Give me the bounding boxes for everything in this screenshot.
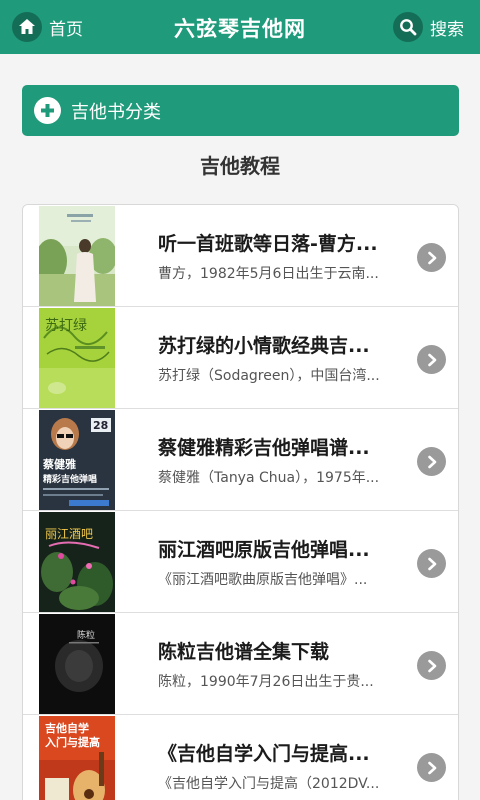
book-cover-chen-li-icon: 陈粒 [39, 614, 115, 714]
book-cover-sodagreen-icon: 苏打绿 [39, 308, 115, 408]
chevron-right-icon[interactable] [417, 243, 446, 272]
top-bar: 首页 六弦琴吉他网 搜索 [0, 0, 480, 54]
search-button[interactable]: 搜索 [393, 11, 464, 43]
svg-text:28: 28 [93, 419, 108, 432]
svg-text:吉他自学: 吉他自学 [45, 721, 89, 735]
list-item[interactable]: 苏打绿 苏打绿的小情歌经典吉... 苏打绿（Sodagreen），中国台湾... [23, 307, 458, 409]
chevron-right-icon[interactable] [417, 345, 446, 374]
list-item[interactable]: 听一首班歌等日落-曹方... 曹方，1982年5月6日出生于云南... [23, 205, 458, 307]
svg-text:丽江酒吧: 丽江酒吧 [45, 527, 93, 541]
chevron-right-icon[interactable] [417, 447, 446, 476]
book-cover-cao-fang-icon [39, 206, 115, 306]
svg-text:入门与提高: 入门与提高 [45, 735, 100, 749]
svg-text:精彩吉他弹唱: 精彩吉他弹唱 [43, 473, 97, 485]
book-cover-tanya-chua-icon: 28 蔡健雅 精彩吉他弹唱 [39, 410, 115, 510]
item-description: 《丽江酒吧歌曲原版吉他弹唱》... [158, 572, 368, 588]
svg-text:蔡健雅: 蔡健雅 [42, 457, 76, 471]
chevron-right-icon[interactable] [417, 753, 446, 782]
item-title: 苏打绿的小情歌经典吉... [158, 335, 370, 357]
svg-text:苏打绿: 苏打绿 [45, 317, 87, 334]
item-description: 曹方，1982年5月6日出生于云南... [158, 266, 379, 282]
item-title: 蔡健雅精彩吉他弹唱谱... [158, 437, 370, 459]
chevron-right-icon[interactable] [417, 651, 446, 680]
guitar-book-category-button[interactable]: 吉他书分类 [22, 85, 459, 136]
tutorial-list: 听一首班歌等日落-曹方... 曹方，1982年5月6日出生于云南... 苏打绿 … [22, 204, 459, 800]
item-title: 陈粒吉他谱全集下载 [158, 641, 330, 663]
search-icon [393, 12, 423, 42]
plus-icon [34, 97, 61, 124]
list-item[interactable]: 吉他自学 入门与提高 《吉他自学入门与提高... 《吉他自学入门与提高（2012… [23, 715, 458, 800]
item-title: 丽江酒吧原版吉他弹唱... [158, 539, 370, 561]
item-title: 听一首班歌等日落-曹方... [158, 233, 378, 255]
svg-text:陈粒: 陈粒 [77, 629, 95, 641]
category-button-label: 吉他书分类 [71, 101, 161, 123]
book-cover-guitar-self-study-icon: 吉他自学 入门与提高 [39, 716, 115, 800]
chevron-right-icon[interactable] [417, 549, 446, 578]
item-description: 蔡健雅（Tanya Chua），1975年... [158, 470, 380, 486]
item-description: 苏打绿（Sodagreen），中国台湾... [158, 368, 380, 384]
list-item[interactable]: 28 蔡健雅 精彩吉他弹唱 蔡健雅精彩吉他弹唱谱... 蔡健雅（Tanya Ch… [23, 409, 458, 511]
item-title: 《吉他自学入门与提高... [158, 743, 370, 765]
book-cover-lijiang-bar-icon: 丽江酒吧 [39, 512, 115, 612]
item-description: 陈粒，1990年7月26日出生于贵... [158, 674, 374, 690]
section-title: 吉他教程 [200, 154, 280, 178]
search-label: 搜索 [430, 19, 464, 40]
list-item[interactable]: 陈粒 陈粒吉他谱全集下载 陈粒，1990年7月26日出生于贵... [23, 613, 458, 715]
list-item[interactable]: 丽江酒吧 丽江酒吧原版吉他弹唱... 《丽江酒吧歌曲原版吉他弹唱》... [23, 511, 458, 613]
item-description: 《吉他自学入门与提高（2012DV... [158, 776, 380, 792]
